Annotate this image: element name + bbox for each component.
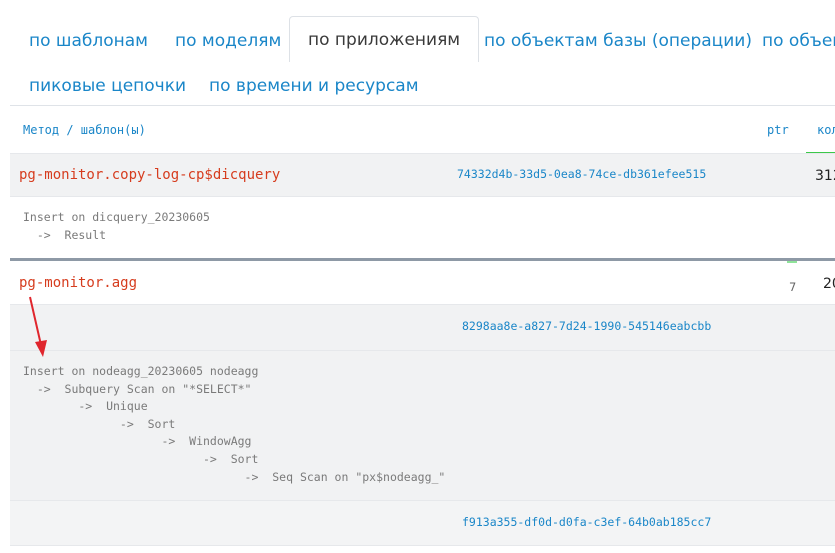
annotation-arrow (29, 296, 47, 357)
